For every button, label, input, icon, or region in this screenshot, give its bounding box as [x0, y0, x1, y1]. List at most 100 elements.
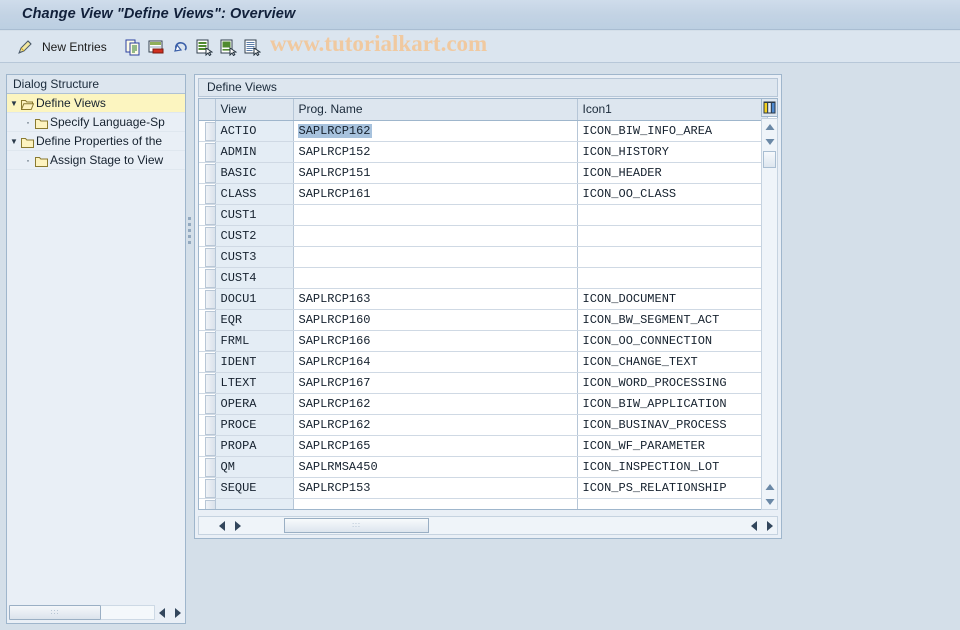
- table-row[interactable]: CUST1: [199, 204, 768, 226]
- row-selector-cell[interactable]: [199, 435, 216, 457]
- cell-view[interactable]: CLASS: [215, 183, 294, 205]
- table-scroll-left-button[interactable]: [215, 518, 230, 533]
- row-selector-box[interactable]: [205, 247, 214, 266]
- table-row[interactable]: CUST4: [199, 267, 768, 289]
- cell-view[interactable]: DOCU1: [215, 288, 294, 310]
- cell-prog[interactable]: SAPLRCP167: [293, 372, 578, 394]
- row-selector-cell[interactable]: [199, 246, 216, 268]
- table-row[interactable]: QM SAPLRMSA450 ICON_INSPECTION_LOT: [199, 456, 768, 478]
- tree-item-specify-language-sp[interactable]: · Specify Language-Sp: [7, 113, 185, 132]
- cell-view[interactable]: CUST2: [215, 225, 294, 247]
- row-selector-cell[interactable]: [199, 183, 216, 205]
- cell-icon1[interactable]: [577, 225, 768, 247]
- row-selector-box[interactable]: [205, 226, 214, 245]
- table-row[interactable]: CUST2: [199, 225, 768, 247]
- row-selector-box[interactable]: [205, 436, 214, 455]
- undo-button[interactable]: [172, 36, 190, 58]
- table-row[interactable]: DOCU1 SAPLRCP163 ICON_DOCUMENT: [199, 288, 768, 310]
- row-selector-box[interactable]: [205, 331, 214, 350]
- row-selector-box[interactable]: [205, 457, 214, 476]
- cell-view[interactable]: FRML: [215, 330, 294, 352]
- table-row[interactable]: OPERA SAPLRCP162 ICON_BIW_APPLICATION: [199, 393, 768, 415]
- cell-prog[interactable]: SAPLRCP162: [293, 120, 578, 142]
- table-scroll-right-button[interactable]: [230, 518, 245, 533]
- tree-item-define-properties-of-the[interactable]: ▼ Define Properties of the: [7, 132, 185, 151]
- cell-icon1[interactable]: ICON_OO_CLASS: [577, 183, 768, 205]
- cell-view[interactable]: PROPA: [215, 435, 294, 457]
- cell-view[interactable]: CUST1: [215, 204, 294, 226]
- cell-icon1[interactable]: ICON_BW_SEGMENT_ACT: [577, 309, 768, 331]
- cell-icon1[interactable]: ICON_HEADER: [577, 162, 768, 184]
- cell-prog[interactable]: SAPLRCP164: [293, 351, 578, 373]
- table-row[interactable]: ADMIN SAPLRCP152 ICON_HISTORY: [199, 141, 768, 163]
- row-selector-box[interactable]: [205, 184, 214, 203]
- cell-view[interactable]: IDENT: [215, 351, 294, 373]
- cell-prog[interactable]: SAPLRCP161: [293, 183, 578, 205]
- cell-prog[interactable]: SAPLRCP165: [293, 435, 578, 457]
- new-entries-button[interactable]: New Entries: [42, 36, 107, 58]
- column-header-view[interactable]: View: [215, 99, 294, 121]
- select-block-button[interactable]: [220, 36, 237, 58]
- cell-view[interactable]: BASIC: [215, 162, 294, 184]
- cell-prog[interactable]: [293, 204, 578, 226]
- cell-icon1[interactable]: ICON_INSPECTION_LOT: [577, 456, 768, 478]
- cell-view[interactable]: EQR: [215, 309, 294, 331]
- row-selector-box[interactable]: [205, 499, 214, 509]
- cell-view[interactable]: QM: [215, 456, 294, 478]
- cell-icon1[interactable]: ICON_BIW_APPLICATION: [577, 393, 768, 415]
- cell-icon1[interactable]: [577, 267, 768, 289]
- scroll-page-up-button[interactable]: [762, 479, 777, 494]
- cell-icon1[interactable]: [577, 498, 768, 509]
- cell-prog[interactable]: [293, 225, 578, 247]
- table-row[interactable]: SEQUE SAPLRCP153 ICON_PS_RELATIONSHIP: [199, 477, 768, 499]
- row-selector-cell[interactable]: [199, 477, 216, 499]
- select-all-button[interactable]: [196, 36, 213, 58]
- cell-prog[interactable]: SAPLRCP160: [293, 309, 578, 331]
- table-row[interactable]: IDENT SAPLRCP164 ICON_CHANGE_TEXT: [199, 351, 768, 373]
- vscroll-thumb[interactable]: [763, 151, 776, 168]
- table-row[interactable]: EQR SAPLRCP160 ICON_BW_SEGMENT_ACT: [199, 309, 768, 331]
- deselect-all-button[interactable]: [244, 36, 261, 58]
- cell-prog[interactable]: SAPLRMSA450: [293, 456, 578, 478]
- chevron-down-icon[interactable]: ▼: [7, 94, 21, 112]
- column-header-prog-name[interactable]: Prog. Name: [293, 99, 578, 121]
- cell-prog[interactable]: SAPLRCP163: [293, 288, 578, 310]
- table-row[interactable]: ACTIO SAPLRCP162 ICON_BIW_INFO_AREA: [199, 120, 768, 142]
- cell-view[interactable]: CUST3: [215, 246, 294, 268]
- row-selector-cell[interactable]: [199, 330, 216, 352]
- chevron-down-icon[interactable]: ▼: [7, 132, 21, 150]
- define-views-grid[interactable]: View Prog. Name Icon1 ACTIO SAPLRCP162 ICO…: [198, 98, 778, 510]
- table-scroll-far-left-button[interactable]: [747, 518, 762, 533]
- cell-icon1[interactable]: ICON_WORD_PROCESSING: [577, 372, 768, 394]
- cell-icon1[interactable]: [577, 204, 768, 226]
- table-horizontal-scrollbar[interactable]: :::: [198, 516, 778, 535]
- cell-view[interactable]: OPERA: [215, 393, 294, 415]
- table-row[interactable]: LTEXT SAPLRCP167 ICON_WORD_PROCESSING: [199, 372, 768, 394]
- cell-prog[interactable]: SAPLRCP162: [293, 414, 578, 436]
- cell-icon1[interactable]: ICON_BUSINAV_PROCESS: [577, 414, 768, 436]
- row-selector-cell[interactable]: [199, 204, 216, 226]
- row-selector-box[interactable]: [205, 121, 214, 140]
- row-selector-cell[interactable]: [199, 393, 216, 415]
- table-row[interactable]: CLASS SAPLRCP161 ICON_OO_CLASS: [199, 183, 768, 205]
- cell-icon1[interactable]: [577, 246, 768, 268]
- table-scroll-far-right-button[interactable]: [762, 518, 777, 533]
- cell-prog[interactable]: SAPLRCP152: [293, 141, 578, 163]
- cell-icon1[interactable]: ICON_HISTORY: [577, 141, 768, 163]
- cell-icon1[interactable]: ICON_CHANGE_TEXT: [577, 351, 768, 373]
- row-selector-box[interactable]: [205, 268, 214, 287]
- cell-icon1[interactable]: ICON_OO_CONNECTION: [577, 330, 768, 352]
- row-selector-cell[interactable]: [199, 225, 216, 247]
- row-selector-cell[interactable]: [199, 120, 216, 142]
- sidebar-scroll-left-button[interactable]: [155, 605, 170, 620]
- row-selector-box[interactable]: [205, 394, 214, 413]
- sidebar-horizontal-scrollbar[interactable]: :::: [9, 604, 185, 621]
- row-selector-cell[interactable]: [199, 456, 216, 478]
- row-selector-cell[interactable]: [199, 498, 216, 509]
- copy-as-button[interactable]: [125, 36, 142, 58]
- cell-view[interactable]: LTEXT: [215, 372, 294, 394]
- cell-view[interactable]: ACTIO: [215, 120, 294, 142]
- row-selector-cell[interactable]: [199, 288, 216, 310]
- cell-view[interactable]: [215, 498, 294, 509]
- table-row[interactable]: FRML SAPLRCP166 ICON_OO_CONNECTION: [199, 330, 768, 352]
